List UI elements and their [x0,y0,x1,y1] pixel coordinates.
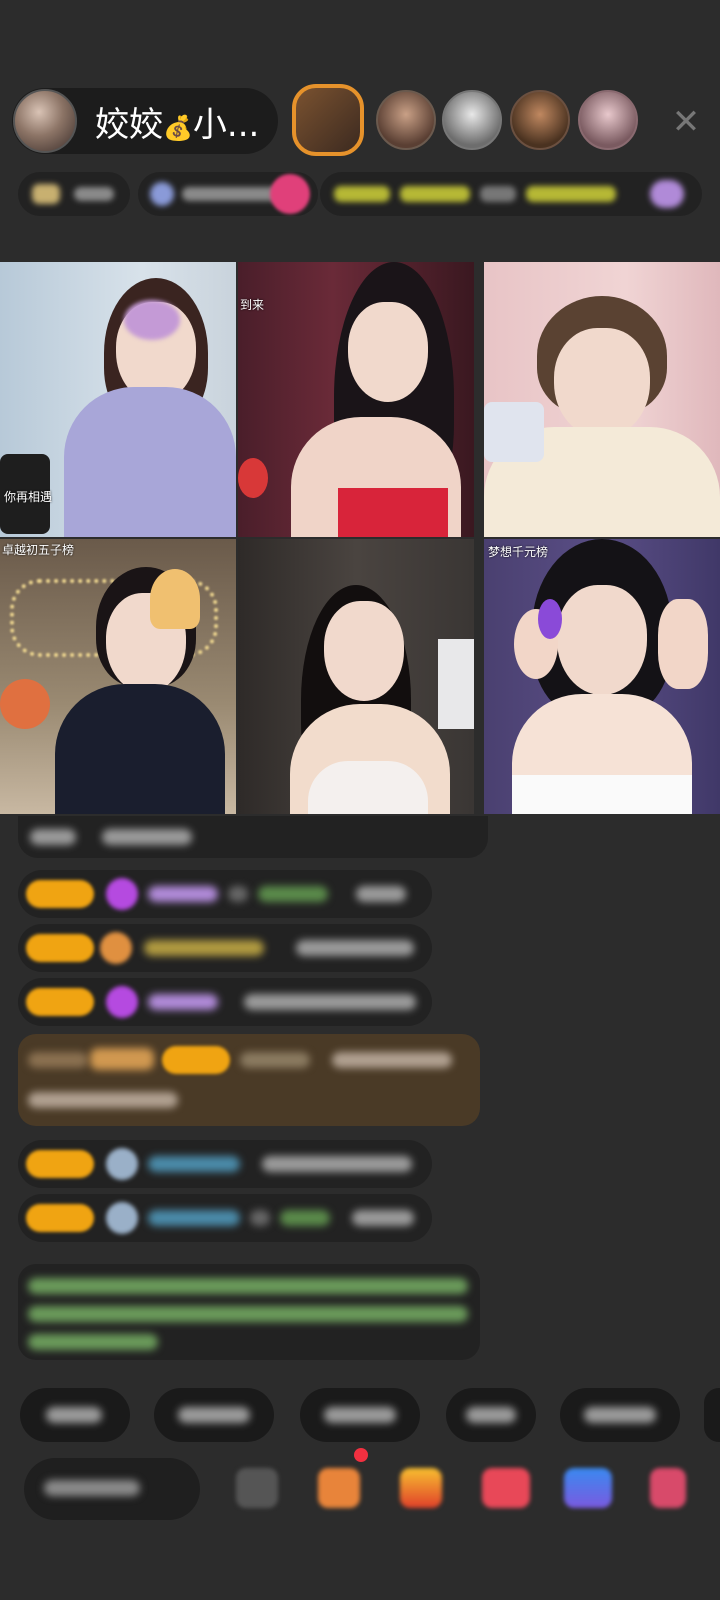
host-info-pill[interactable]: 姣姣💰小... [12,88,278,154]
video-cell-6[interactable]: 梦想千元榜 [484,539,720,814]
video-cell-2[interactable]: 到来 [238,262,474,537]
ice-cream-sticker [150,569,200,629]
chat-message[interactable] [18,1140,432,1188]
chat-message[interactable] [18,870,432,918]
gem-icon [100,932,132,964]
quick-reply-chip[interactable] [154,1388,274,1442]
hair-accessory [124,300,180,340]
chat-message[interactable] [18,924,432,972]
fans-club-pill[interactable] [18,172,130,216]
room-info-row [18,172,702,220]
chat-list [0,816,720,1360]
level-badge [162,1046,230,1074]
shop-icon[interactable] [318,1468,360,1508]
top-viewer-avatar-5[interactable] [578,90,638,150]
gift-icon[interactable] [482,1468,530,1508]
money-bag-icon: 💰 [163,113,193,142]
gem-icon [106,878,138,910]
notification-dot [354,1448,368,1462]
host-name-suffix: 小... [192,104,260,145]
quick-reply-chip[interactable] [704,1388,720,1442]
close-icon[interactable]: ✕ [668,104,704,140]
top-viewer-avatar-2[interactable] [376,90,436,150]
video-cell-4-label: 卓越初五子榜 [2,543,75,557]
video-cell-3[interactable] [484,262,720,537]
level-badge [26,988,94,1016]
chat-message[interactable] [18,816,488,858]
chat-message[interactable] [18,978,432,1026]
host-avatar[interactable] [13,89,77,153]
game-icon[interactable] [564,1468,612,1508]
top-viewer-avatar-1[interactable] [292,84,364,156]
level-badge [26,880,94,908]
host-name-text: 姣姣 [95,104,163,145]
system-notice [18,1264,480,1360]
host-name: 姣姣💰小... [95,97,259,146]
quick-reply-chip[interactable] [560,1388,680,1442]
gem-icon [106,1202,138,1234]
multi-guest-video-grid: 你再相遇 到来 卓越初五子榜 梦想千元榜 [0,262,720,816]
video-cell-6-label: 梦想千元榜 [488,545,549,559]
comment-input-button[interactable] [24,1458,200,1520]
gift-message[interactable] [18,1034,480,1126]
more-icon[interactable] [650,1468,686,1508]
tags-pill[interactable] [320,172,702,216]
quick-reply-chip[interactable] [20,1388,130,1442]
quick-reply-chip[interactable] [300,1388,420,1442]
top-viewer-avatar-3[interactable] [442,90,502,150]
video-cell-4[interactable]: 卓越初五子榜 [0,539,236,814]
level-badge [26,1204,94,1232]
emoji-icon[interactable] [236,1468,278,1508]
video-cell-5[interactable] [238,539,474,814]
video-cell-2-label: 到来 [240,298,265,312]
quick-reply-chip[interactable] [446,1388,536,1442]
gift-box-icon[interactable] [400,1468,442,1508]
level-badge [26,934,94,962]
video-cell-1[interactable]: 你再相遇 [0,262,236,537]
video-cell-1-label: 你再相遇 [4,490,53,504]
follow-button[interactable] [270,174,310,214]
gem-icon [106,1148,138,1180]
gem-icon [106,986,138,1018]
chat-message[interactable] [18,1194,432,1242]
level-badge [26,1150,94,1178]
top-viewer-avatar-4[interactable] [510,90,570,150]
